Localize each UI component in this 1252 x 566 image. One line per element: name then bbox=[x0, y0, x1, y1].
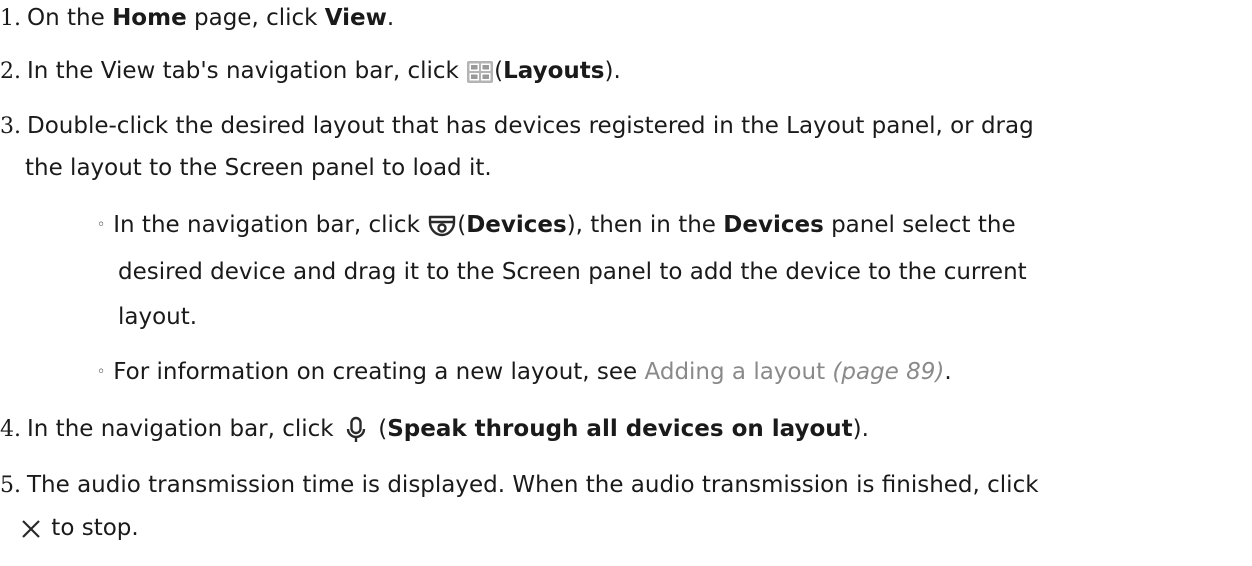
instructions-document: 1. On the Home page, click View. 2. In the… bbox=[0, 0, 1252, 566]
step-3-continued: the layout to the Screen panel to load i… bbox=[25, 155, 492, 181]
adding-layout-link[interactable]: Adding a layout bbox=[645, 359, 826, 385]
devices-label: Devices bbox=[466, 212, 567, 238]
step-number: 3. bbox=[0, 114, 21, 139]
view-label: View bbox=[324, 5, 387, 31]
layouts-label: Layouts bbox=[503, 58, 605, 84]
microphone-icon bbox=[341, 416, 371, 444]
sub-item-new-layout: ◦ For information on creating a new layou… bbox=[97, 359, 952, 385]
devices-panel-label: Devices bbox=[723, 212, 824, 238]
step-5: 5. The audio transmission time is display… bbox=[0, 472, 1039, 498]
page-reference[interactable]: (page 89) bbox=[825, 359, 944, 385]
sub-item-devices: ◦ In the navigation bar, click (Devices),… bbox=[97, 212, 1016, 239]
sub-item-devices-continued-2: layout. bbox=[118, 304, 198, 330]
step-number: 2. bbox=[0, 59, 21, 84]
step-5-continued: to stop. bbox=[18, 513, 139, 543]
step-1: 1. On the Home page, click View. bbox=[0, 5, 395, 31]
step-2: 2. In the View tab's navigation bar, clic… bbox=[0, 58, 621, 84]
bullet: ◦ bbox=[97, 364, 106, 380]
close-x-icon bbox=[18, 516, 44, 542]
camera-dome-icon bbox=[427, 213, 457, 239]
bullet: ◦ bbox=[97, 217, 106, 233]
layouts-grid-icon bbox=[466, 60, 494, 84]
home-label: Home bbox=[112, 5, 187, 31]
step-number: 4. bbox=[0, 417, 21, 442]
step-4: 4. In the navigation bar, click (Speak th… bbox=[0, 416, 869, 444]
step-3: 3. Double-click the desired layout that h… bbox=[0, 113, 1034, 139]
step-number: 5. bbox=[0, 473, 21, 498]
speak-label: Speak through all devices on layout bbox=[387, 416, 853, 442]
step-number: 1. bbox=[0, 6, 21, 31]
sub-item-devices-continued: desired device and drag it to the Screen… bbox=[118, 259, 1027, 285]
